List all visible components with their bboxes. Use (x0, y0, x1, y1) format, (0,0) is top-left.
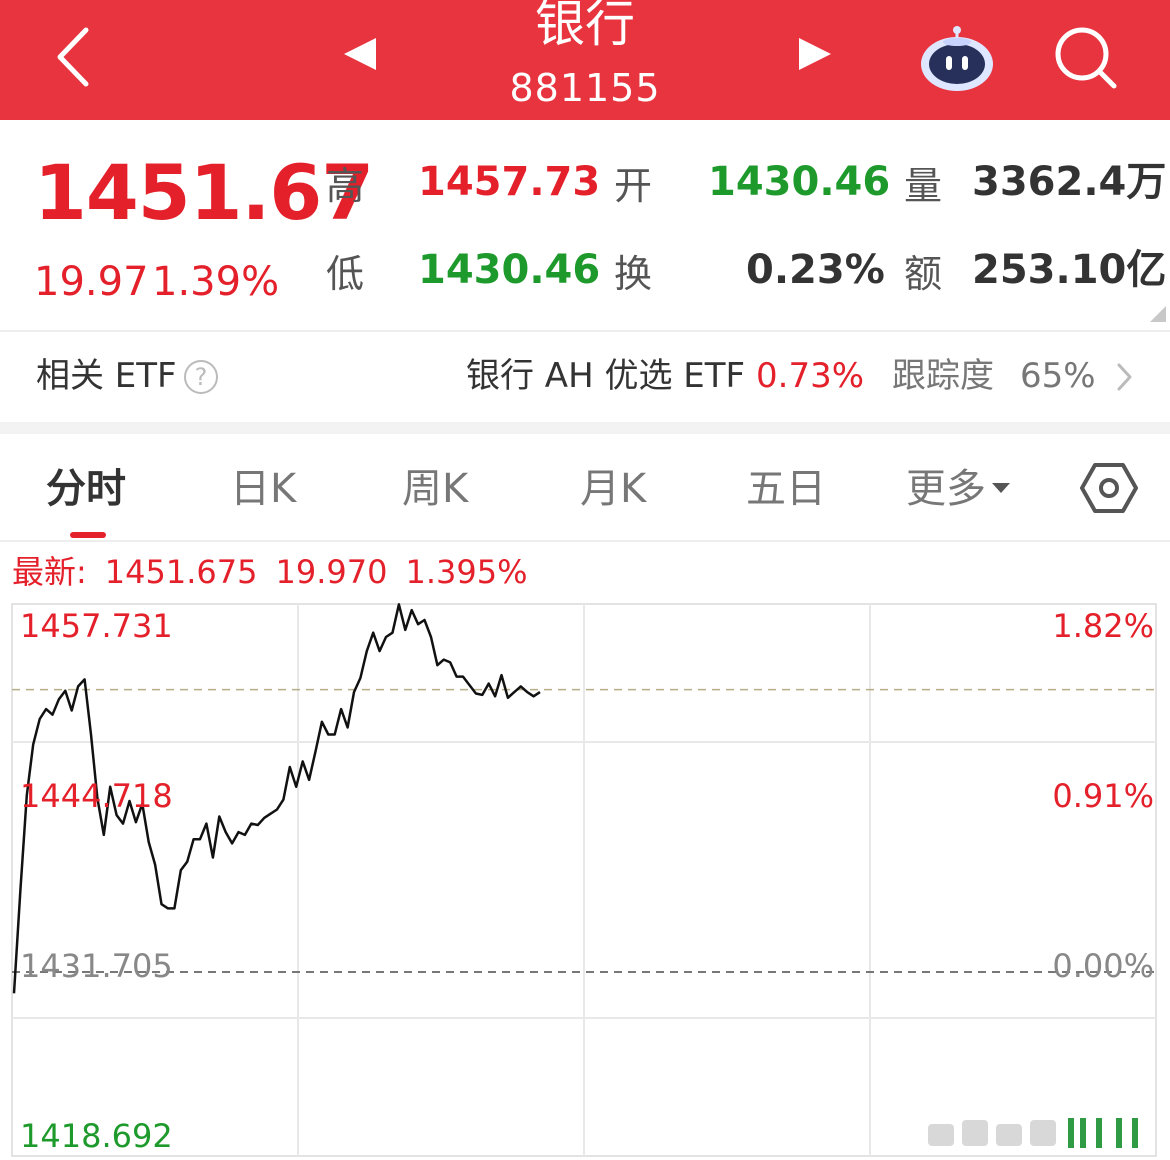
intraday-chart-svg (11, 603, 1157, 1157)
volume-label: 量 (904, 164, 943, 208)
amount-value: 253.10亿 (972, 247, 1167, 293)
intraday-chart[interactable]: 1457.731 1444.718 1431.705 1418.692 1.82… (0, 600, 1170, 1160)
open-label: 开 (614, 164, 653, 208)
search-icon[interactable] (1050, 22, 1120, 92)
help-icon[interactable]: ? (184, 360, 218, 394)
active-tab-indicator (70, 532, 106, 538)
expand-corner-icon[interactable] (1150, 306, 1166, 322)
watermark-logo (928, 1118, 1138, 1148)
etf-label: 相关 ETF (36, 356, 177, 396)
y-tick-pct-mid: 0.91% (1052, 777, 1154, 815)
y-tick-prev-close: 1431.705 (20, 947, 173, 985)
robot-assistant-icon[interactable] (918, 24, 996, 94)
y-tick-mid-high: 1444.718 (20, 777, 173, 815)
high-label: 高 (326, 164, 365, 208)
tab-more-label: 更多 (906, 466, 986, 512)
tab-weekly-k[interactable]: 周K (402, 464, 468, 514)
amount-label: 额 (904, 252, 943, 296)
tab-daily-k[interactable]: 日K (230, 464, 296, 514)
low-value: 1430.46 (418, 247, 601, 293)
caret-down-icon (992, 483, 1010, 493)
quote-panel: 1451.67 19.97 1.39% 高 1457.73 低 1430.46 … (0, 120, 1170, 330)
tab-intraday[interactable]: 分时 (46, 464, 126, 514)
y-tick-low: 1418.692 (20, 1117, 173, 1155)
tracking-label: 跟踪度 (892, 356, 994, 396)
tab-monthly-k[interactable]: 月K (580, 464, 646, 514)
high-value: 1457.73 (418, 159, 601, 205)
related-etf-row[interactable]: 相关 ETF ? 银行 AH 优选 ETF 0.73% 跟踪度 65% (0, 332, 1170, 422)
next-triangle-icon[interactable] (795, 36, 835, 72)
volume-value: 3362.4万 (972, 159, 1167, 205)
settings-hexagon-icon[interactable] (1080, 462, 1138, 514)
y-tick-high: 1457.731 (20, 607, 173, 645)
latest-change-percent: 1.395% (405, 553, 528, 591)
etf-name[interactable]: 银行 AH 优选 ETF (466, 356, 745, 396)
turnover-label: 换 (614, 252, 653, 296)
tab-more[interactable]: 更多 (906, 464, 1010, 514)
change-percent: 1.39% (152, 259, 280, 305)
open-value: 1430.46 (708, 159, 891, 205)
y-tick-pct-zero: 0.00% (1052, 947, 1154, 985)
turnover-value: 0.23% (746, 247, 885, 293)
latest-change: 19.970 (275, 553, 388, 591)
tracking-value: 65% (1020, 356, 1096, 396)
latest-label: 最新: (12, 553, 87, 591)
chevron-right-icon[interactable] (1114, 362, 1134, 392)
last-price: 1451.67 (34, 148, 374, 237)
y-tick-pct-high: 1.82% (1052, 607, 1154, 645)
latest-quote-line: 最新: 1451.675 19.970 1.395% (12, 552, 545, 592)
section-gap (0, 422, 1170, 434)
tab-five-day[interactable]: 五日 (746, 464, 826, 514)
top-nav-bar: 银行 881155 (0, 0, 1170, 120)
latest-price: 1451.675 (104, 553, 258, 591)
etf-change-percent: 0.73% (756, 356, 865, 396)
change-value: 19.97 (34, 259, 149, 305)
low-label: 低 (326, 252, 365, 296)
chart-tabs: 分时 日K 周K 月K 五日 更多 (0, 434, 1170, 542)
